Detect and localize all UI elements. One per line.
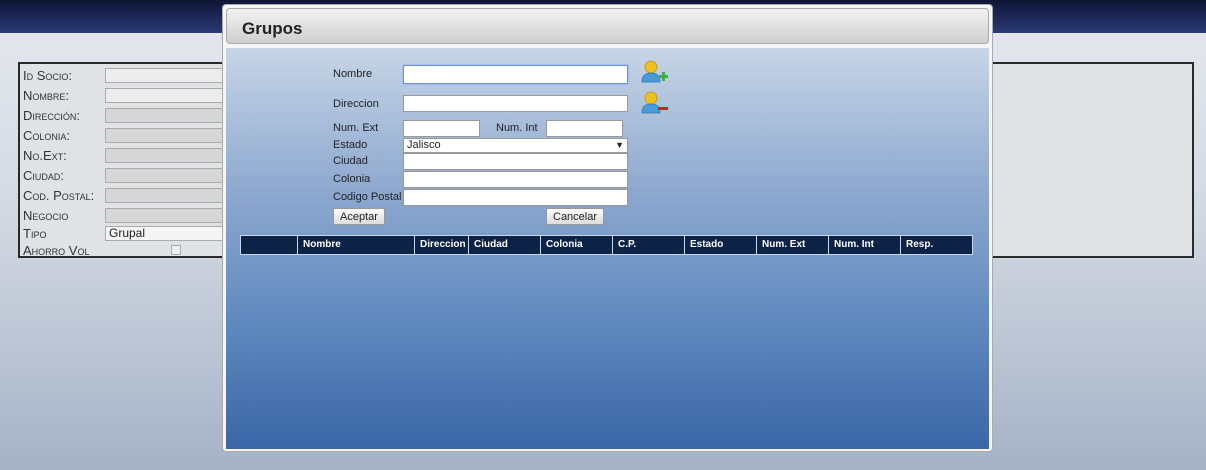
direccion-label: Direccion	[333, 98, 379, 110]
grid-col-num-ext[interactable]: Num. Ext	[757, 236, 829, 254]
dialog-title: Grupos	[242, 19, 303, 38]
nombre-field[interactable]	[105, 87, 225, 103]
nombre-input[interactable]	[403, 65, 628, 84]
ciudad-input[interactable]	[403, 153, 628, 170]
grid-col-cp[interactable]: C.P.	[613, 236, 685, 254]
bg-row-cod-postal: Cod. Postal:	[23, 186, 225, 204]
bg-label: Nombre:	[23, 87, 70, 103]
bg-label: Tipo	[23, 225, 47, 241]
estado-select[interactable]: Jalisco ▼	[403, 138, 628, 153]
colonia-field[interactable]	[105, 127, 225, 143]
num-ext-input[interactable]	[403, 120, 480, 137]
num-int-input[interactable]	[546, 120, 623, 137]
grid-col-estado[interactable]: Estado	[685, 236, 757, 254]
bg-row-ciudad: Ciudad:	[23, 166, 225, 184]
remove-user-icon[interactable]	[641, 91, 669, 115]
no-ext-field[interactable]	[105, 147, 225, 163]
dialog-body: Nombre Direccion Num. Ext Num. Int Estad…	[226, 48, 989, 449]
estado-label: Estado	[333, 139, 368, 151]
negocio-field[interactable]	[105, 207, 225, 223]
num-ext-label: Num. Ext	[333, 122, 379, 134]
bg-row-direccion: Dirección:	[23, 106, 225, 124]
grid-col-num-int[interactable]: Num. Int	[829, 236, 901, 254]
add-user-icon[interactable]	[641, 60, 669, 84]
direccion-field[interactable]	[105, 107, 225, 123]
bg-row-ahorro-vol: Ahorro Vol	[23, 241, 181, 259]
bg-label: Negocio	[23, 207, 69, 223]
ciudad-label: Ciudad	[333, 155, 368, 167]
bg-row-no-ext: No.Ext:	[23, 146, 225, 164]
bg-label: Dirección:	[23, 107, 81, 123]
grid-col-ciudad[interactable]: Ciudad	[469, 236, 541, 254]
ahorro-vol-checkbox[interactable]	[171, 245, 181, 255]
bg-row-tipo: Tipo Grupal	[23, 224, 225, 242]
bg-label: Ciudad:	[23, 167, 65, 183]
direccion-input[interactable]	[403, 95, 628, 112]
bg-label: Id Socio:	[23, 67, 73, 83]
bg-label: Cod. Postal:	[23, 187, 95, 203]
colonia-input[interactable]	[403, 171, 628, 188]
grid-col-nombre[interactable]: Nombre	[298, 236, 415, 254]
codigo-postal-label: Codigo Postal	[333, 191, 402, 203]
ciudad-field[interactable]	[105, 167, 225, 183]
estado-selected-value: Jalisco	[407, 139, 441, 151]
bg-row-id-socio: Id Socio:	[23, 66, 225, 84]
cod-postal-field[interactable]	[105, 187, 225, 203]
codigo-postal-input[interactable]	[403, 189, 628, 206]
grid-col-resp[interactable]: Resp.	[901, 236, 972, 254]
bg-label: Colonia:	[23, 127, 71, 143]
bg-label: No.Ext:	[23, 147, 67, 163]
num-int-label: Num. Int	[496, 122, 538, 134]
tipo-select[interactable]: Grupal	[105, 225, 225, 241]
grid-col-select[interactable]	[241, 236, 298, 254]
grupos-grid-header: Nombre Direccion Ciudad Colonia C.P. Est…	[240, 235, 973, 255]
dropdown-arrow-icon: ▼	[615, 140, 624, 150]
colonia-label: Colonia	[333, 173, 371, 185]
nombre-label: Nombre	[333, 68, 373, 80]
grid-col-colonia[interactable]: Colonia	[541, 236, 613, 254]
bg-row-colonia: Colonia:	[23, 126, 225, 144]
cancelar-button[interactable]: Cancelar	[546, 208, 605, 225]
grid-col-direccion[interactable]: Direccion	[415, 236, 469, 254]
id-socio-field[interactable]	[105, 67, 225, 83]
dialog-header[interactable]: Grupos	[226, 8, 989, 44]
aceptar-button[interactable]: Aceptar	[333, 208, 385, 225]
bg-row-negocio: Negocio	[23, 206, 225, 224]
bg-row-nombre: Nombre:	[23, 86, 225, 104]
bg-label: Ahorro Vol	[23, 242, 90, 258]
grupos-dialog: Grupos Nombre Direccion Num. Ext Num. In…	[222, 4, 993, 452]
